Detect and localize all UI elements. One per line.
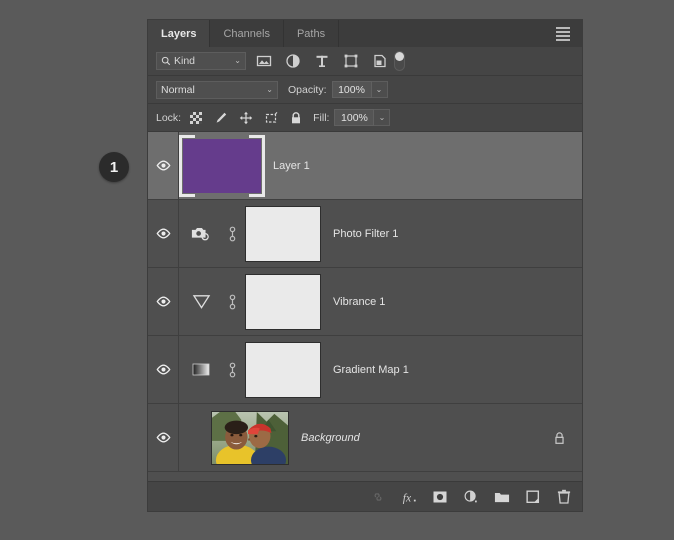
layer-locked-icon[interactable] (553, 431, 566, 445)
chevron-down-icon: ⌄ (266, 84, 273, 94)
layer-row-layer-1[interactable]: Layer 1 (148, 132, 582, 200)
layer-thumbnail[interactable] (211, 410, 289, 465)
layer-visibility-toggle[interactable] (148, 404, 179, 471)
fill-input[interactable]: 100% (334, 109, 375, 126)
layer-row-photo-filter-1[interactable]: Photo Filter 1 (148, 200, 582, 268)
mask-link-icon-cell[interactable] (223, 226, 241, 242)
blend-mode-select[interactable]: Normal ⌄ (156, 80, 278, 99)
tab-layers[interactable]: Layers (148, 20, 211, 47)
layers-panel: Layers Channels Paths Kind ⌄ Normal ⌄ Op… (148, 20, 582, 511)
lock-all-icon[interactable] (289, 111, 303, 125)
photo-filter-icon (191, 228, 209, 241)
new-group-button[interactable] (494, 489, 510, 505)
new-adjustment-layer-button[interactable] (463, 489, 479, 505)
adjustment-layer-thumbnail[interactable] (179, 225, 223, 242)
gradient-map-icon (192, 363, 210, 376)
layer-mask-thumbnail[interactable] (245, 273, 321, 330)
mask-link-icon-cell[interactable] (223, 362, 241, 378)
opacity-label: Opacity: (288, 83, 327, 96)
lock-label: Lock: (156, 111, 182, 124)
new-layer-button[interactable] (525, 489, 541, 505)
layer-mask-thumbnail-wrapper[interactable] (245, 341, 321, 398)
link-chain-icon (229, 362, 235, 377)
hamburger-menu-icon[interactable] (552, 20, 574, 47)
layer-thumbnail-wrapper[interactable] (211, 410, 289, 465)
eye-icon (156, 228, 170, 239)
eye-icon (156, 432, 170, 443)
lock-artboard-nesting-icon[interactable] (264, 111, 278, 125)
delete-layer-button[interactable] (556, 489, 572, 505)
lock-row: Lock: Fill: 100% ⌄ (148, 104, 582, 132)
link-chain-icon (229, 294, 235, 309)
lock-transparent-pixels-icon[interactable] (189, 111, 203, 125)
filter-kind-label: Kind (174, 55, 196, 67)
eye-icon (156, 160, 170, 171)
layer-name[interactable]: Photo Filter 1 (333, 228, 398, 240)
layer-name[interactable]: Vibrance 1 (333, 296, 385, 308)
filter-type-layers-icon[interactable] (314, 53, 330, 69)
layers-panel-footer: fx (148, 481, 582, 511)
layer-style-fx-button[interactable]: fx (401, 489, 417, 505)
layer-name[interactable]: Background (301, 432, 360, 444)
filter-smart-object-layers-icon[interactable] (372, 53, 388, 69)
layer-row-gradient-map-1[interactable]: Gradient Map 1 (148, 336, 582, 404)
layer-mask-thumbnail-wrapper[interactable] (245, 273, 321, 330)
eye-icon (156, 296, 170, 307)
lock-position-icon[interactable] (239, 111, 253, 125)
panel-tab-bar: Layers Channels Paths (148, 20, 582, 47)
opacity-input[interactable]: 100% (331, 81, 372, 98)
layer-list: Layer 1 Photo Filter 1 Vibrance 1 Gradie… (148, 132, 582, 481)
layer-mask-thumbnail-wrapper[interactable] (245, 205, 321, 262)
vibrance-icon (192, 295, 210, 309)
layer-name[interactable]: Layer 1 (273, 160, 310, 172)
fill-stepper-chevron-icon[interactable]: ⌄ (374, 109, 391, 126)
layer-thumbnail-wrapper[interactable] (179, 134, 265, 197)
opacity-stepper-chevron-icon[interactable]: ⌄ (371, 81, 388, 98)
layer-visibility-toggle[interactable] (148, 336, 179, 403)
layer-mask-thumbnail[interactable] (245, 341, 321, 398)
filter-type-icons (256, 53, 388, 69)
layer-visibility-toggle[interactable] (148, 268, 179, 335)
link-layers-button[interactable] (370, 489, 386, 505)
svg-text:fx: fx (403, 492, 412, 504)
layer-thumbnail[interactable] (183, 138, 261, 193)
filter-kind-select[interactable]: Kind ⌄ (156, 52, 246, 70)
search-icon (161, 56, 171, 66)
blend-mode-value: Normal (161, 83, 195, 96)
filter-adjustment-layers-icon[interactable] (285, 53, 301, 69)
layer-row-background[interactable]: Background (148, 404, 582, 472)
mask-link-icon-cell[interactable] (223, 294, 241, 310)
adjustment-layer-thumbnail[interactable] (179, 362, 223, 377)
fill-label: Fill: (313, 111, 330, 124)
layer-mask-thumbnail[interactable] (245, 205, 321, 262)
annotation-badge-1: 1 (99, 152, 129, 182)
filter-pixel-layers-icon[interactable] (256, 53, 272, 69)
background-photo-preview (212, 411, 288, 464)
lock-image-pixels-icon[interactable] (214, 111, 228, 125)
filter-shape-layers-icon[interactable] (343, 53, 359, 69)
blend-mode-row: Normal ⌄ Opacity: 100% ⌄ (148, 76, 582, 104)
eye-icon (156, 364, 170, 375)
layer-name[interactable]: Gradient Map 1 (333, 364, 409, 376)
chevron-down-icon: ⌄ (234, 56, 241, 65)
layer-visibility-toggle[interactable] (148, 200, 179, 267)
lock-buttons-group (189, 111, 303, 125)
tab-paths[interactable]: Paths (284, 20, 340, 47)
filter-enable-toggle[interactable] (394, 51, 405, 71)
layer-filter-row: Kind ⌄ (148, 47, 582, 76)
adjustment-layer-thumbnail[interactable] (179, 293, 223, 310)
layer-visibility-toggle[interactable] (148, 132, 179, 199)
link-chain-icon (229, 226, 235, 241)
add-layer-mask-button[interactable] (432, 489, 448, 505)
tab-channels[interactable]: Channels (210, 20, 284, 47)
layer-row-vibrance-1[interactable]: Vibrance 1 (148, 268, 582, 336)
